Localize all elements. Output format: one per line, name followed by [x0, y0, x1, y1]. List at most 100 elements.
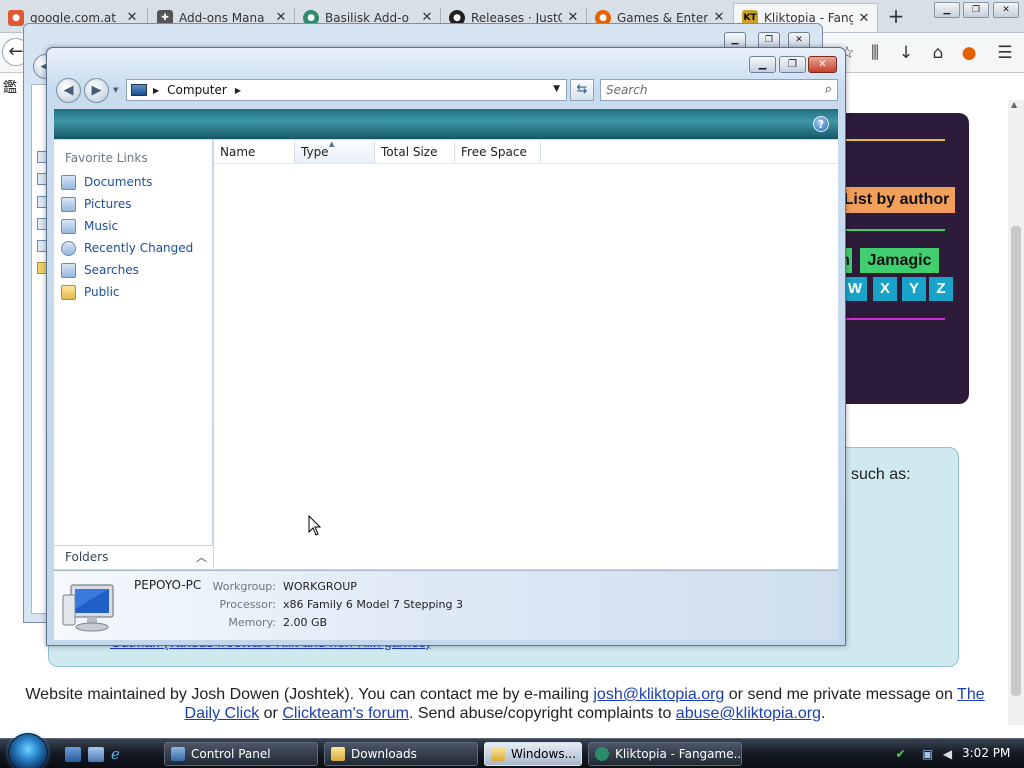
maximize-button[interactable]: ❐: [963, 2, 989, 18]
close-icon[interactable]: ✕: [857, 11, 871, 26]
column-header-total-size[interactable]: Total Size: [375, 141, 455, 163]
computer-icon: [131, 84, 147, 96]
favorite-link-public[interactable]: Public: [61, 282, 120, 302]
documents-icon: [61, 174, 76, 190]
recently-changed-icon: [61, 240, 76, 256]
mouse-cursor-icon: [308, 515, 322, 536]
taskbar-button-label: Windows...: [511, 747, 577, 761]
back-arrow-icon[interactable]: ◀: [56, 78, 81, 103]
chevron-up-icon[interactable]: ︿: [196, 549, 207, 565]
library-icon[interactable]: ⫼: [864, 42, 886, 64]
control-panel-icon: [171, 747, 185, 761]
basilisk-icon: [595, 747, 609, 761]
breadcrumb-computer[interactable]: Computer: [167, 83, 227, 97]
show-desktop-icon[interactable]: [65, 747, 81, 762]
system-clock[interactable]: 3:02 PM: [962, 746, 1010, 760]
taskbar: ℯ Control Panel Downloads Windows... Kli…: [0, 733, 1024, 768]
pictures-icon: [61, 196, 76, 212]
safely-remove-hardware-icon[interactable]: ✔: [893, 747, 908, 762]
column-header-type[interactable]: ▲ Type: [295, 140, 375, 163]
column-header-name[interactable]: Name: [214, 141, 295, 163]
footer-text: or: [259, 705, 283, 722]
forward-arrow-icon[interactable]: ▶: [84, 78, 109, 103]
taskbar-button-label: Downloads: [351, 747, 417, 761]
header-divider: [214, 163, 838, 164]
info-text: such as:: [851, 466, 911, 483]
clickteam-forum-link[interactable]: Clickteam's forum: [282, 705, 409, 722]
list-by-author-button[interactable]: List by author: [838, 187, 955, 213]
bookmark-item[interactable]: 鑑: [0, 73, 24, 97]
folders-toggle[interactable]: Folders ︿: [54, 545, 213, 569]
maximize-button[interactable]: ❐: [779, 56, 806, 73]
recent-pages-dropdown-icon[interactable]: ▼: [113, 86, 118, 94]
favorite-link-searches[interactable]: Searches: [61, 260, 139, 280]
divider: [846, 139, 945, 141]
scrollbar-thumb[interactable]: [1011, 226, 1021, 696]
column-label: Type: [301, 145, 329, 159]
search-input[interactable]: Search ⌕: [600, 79, 838, 101]
taskbar-button-label: Kliktopia - Fangame...: [615, 747, 742, 761]
favorite-link-recently-changed[interactable]: Recently Changed: [61, 238, 193, 258]
help-icon[interactable]: ?: [813, 116, 829, 132]
favorite-links-heading: Favorite Links: [65, 151, 148, 165]
file-list[interactable]: Name ▲ Type Total Size Free Space: [214, 140, 838, 569]
folder-icon: [61, 284, 76, 300]
email-abuse-link[interactable]: abuse@kliktopia.org: [676, 705, 821, 722]
email-josh-link[interactable]: josh@kliktopia.org: [593, 686, 724, 703]
search-icon[interactable]: ⌕: [825, 82, 832, 97]
folder-icon: [491, 747, 505, 761]
breadcrumb-arrow-icon[interactable]: ▶: [153, 86, 159, 95]
new-tab-button[interactable]: +: [884, 5, 908, 29]
refresh-button[interactable]: ⇆: [570, 79, 594, 101]
address-dropdown-icon[interactable]: ▼: [553, 84, 560, 94]
taskbar-button-downloads[interactable]: Downloads: [324, 742, 478, 766]
page-scrollbar[interactable]: ▲: [1008, 100, 1024, 725]
column-header-free-space[interactable]: Free Space: [455, 141, 541, 163]
searches-icon: [61, 262, 76, 278]
taskbar-button-control-panel[interactable]: Control Panel: [164, 742, 318, 766]
address-bar[interactable]: ▶ Computer ▶ ▼: [126, 79, 567, 101]
duckduckgo-icon: ●: [8, 9, 24, 26]
letter-x-button[interactable]: X: [873, 277, 897, 301]
explorer-window[interactable]: ▁ ❐ ✕ ◀ ▶ ▼ ▶ Computer ▶ ▼ ⇆ Search ⌕ ? …: [46, 47, 846, 646]
minimize-button[interactable]: ▁: [749, 56, 776, 73]
home-icon[interactable]: ⌂: [927, 42, 949, 64]
volume-icon[interactable]: ◀: [940, 747, 955, 762]
minimize-button[interactable]: ▁: [934, 2, 960, 18]
breadcrumb-arrow-icon[interactable]: ▶: [235, 86, 241, 95]
author-jamagic-button[interactable]: Jamagic: [860, 248, 939, 273]
footer-text: . Send abuse/copyright complaints to: [408, 705, 676, 722]
memory-label: Memory:: [228, 616, 276, 629]
hamburger-menu-icon[interactable]: ☰: [994, 42, 1016, 64]
workgroup-value: WORKGROUP: [283, 580, 357, 593]
start-button[interactable]: [8, 733, 48, 768]
divider: [846, 229, 945, 231]
footer-text: or send me private message on: [724, 686, 958, 703]
switch-windows-icon[interactable]: [88, 747, 104, 762]
firefox-icon[interactable]: ●: [958, 42, 980, 64]
details-pane: PEPOYO-PC Workgroup: WORKGROUP Processor…: [54, 570, 838, 640]
favorite-link-pictures[interactable]: Pictures: [61, 194, 132, 214]
taskbar-button-windows[interactable]: Windows...: [484, 742, 582, 766]
favorite-link-documents[interactable]: Documents: [61, 172, 152, 192]
sort-ascending-icon: ▲: [329, 140, 335, 148]
letter-y-button[interactable]: Y: [902, 277, 926, 301]
scroll-up-arrow-icon[interactable]: ▲: [1011, 100, 1017, 109]
letter-z-button[interactable]: Z: [929, 277, 953, 301]
column-label: Free Space: [461, 145, 527, 159]
memory-value: 2.00 GB: [283, 616, 328, 629]
processor-label: Processor:: [219, 598, 277, 611]
download-arrow-icon[interactable]: ↓: [895, 42, 917, 64]
internet-explorer-icon[interactable]: ℯ: [111, 747, 127, 762]
divider: [846, 318, 945, 320]
column-label: Name: [220, 145, 256, 159]
favorite-link-label: Searches: [84, 263, 139, 277]
computer-name: PEPOYO-PC: [134, 578, 202, 592]
letter-w-button[interactable]: W: [843, 277, 867, 301]
favorite-link-label: Recently Changed: [84, 241, 194, 255]
close-window-button[interactable]: ✕: [993, 2, 1019, 18]
favorite-link-music[interactable]: Music: [61, 216, 118, 236]
network-icon[interactable]: ▣: [920, 747, 935, 762]
close-button[interactable]: ✕: [808, 56, 837, 73]
taskbar-button-kliktopia[interactable]: Kliktopia - Fangame...: [588, 742, 742, 766]
